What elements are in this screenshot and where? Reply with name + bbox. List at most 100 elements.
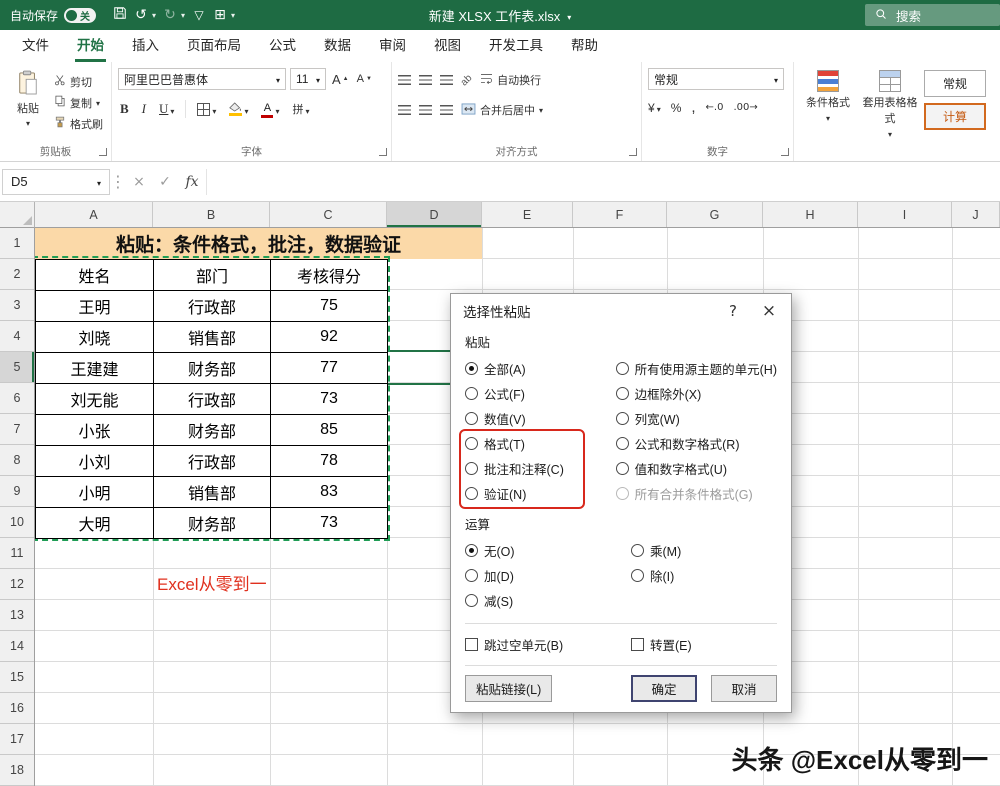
radio-column-widths[interactable]: 列宽(W) xyxy=(616,406,777,431)
font-color-button[interactable] xyxy=(259,99,281,119)
cell[interactable]: 75 xyxy=(271,291,388,322)
tab-file[interactable]: 文件 xyxy=(8,30,63,62)
decrease-decimal-button[interactable]: .00→ xyxy=(733,102,757,113)
radio-all-except-borders[interactable]: 边框除外(X) xyxy=(616,381,777,406)
radio-formats[interactable]: 格式(T) xyxy=(465,431,616,456)
radio-validation[interactable]: 验证(N) xyxy=(465,481,616,506)
ok-button[interactable]: 确定 xyxy=(631,675,697,702)
comma-style-button[interactable]: , xyxy=(691,99,695,116)
filter-icon[interactable] xyxy=(189,7,209,23)
radio-multiply[interactable]: 乘(M) xyxy=(631,538,681,563)
cell[interactable]: 行政部 xyxy=(154,446,271,477)
column-header[interactable]: J xyxy=(952,202,1000,227)
cell[interactable]: 77 xyxy=(271,353,388,384)
decrease-font-size-button[interactable] xyxy=(355,72,374,86)
accounting-format-button[interactable]: ¥ xyxy=(648,101,661,115)
cell[interactable]: 财务部 xyxy=(154,415,271,446)
format-as-table-button[interactable]: 套用表格格式 xyxy=(862,68,918,143)
cell[interactable]: 姓名 xyxy=(36,260,154,291)
font-size-select[interactable]: 11 xyxy=(290,68,326,90)
row-header-selected[interactable]: 5 xyxy=(0,352,34,383)
cancel-button[interactable]: 取消 xyxy=(711,675,777,702)
document-title[interactable]: 新建 XLSX 工作表.xlsx xyxy=(429,6,571,25)
align-middle-icon[interactable] xyxy=(419,75,432,85)
tab-developer[interactable]: 开发工具 xyxy=(475,30,557,62)
row-header[interactable]: 18 xyxy=(0,755,34,786)
tab-data[interactable]: 数据 xyxy=(310,30,365,62)
bold-button[interactable]: B xyxy=(118,100,131,118)
cell[interactable]: 92 xyxy=(271,322,388,353)
paste-link-button[interactable]: 粘贴链接(L) xyxy=(465,675,552,702)
italic-button[interactable]: I xyxy=(140,100,148,118)
checkbox-skip-blanks[interactable]: 跳过空单元(B) xyxy=(465,632,631,657)
dialog-launcher-icon[interactable] xyxy=(99,148,107,156)
cell[interactable]: 小刘 xyxy=(36,446,154,477)
row-header[interactable]: 12 xyxy=(0,569,34,600)
radio-values[interactable]: 数值(V) xyxy=(465,406,616,431)
cell[interactable]: 刘无能 xyxy=(36,384,154,415)
align-left-icon[interactable] xyxy=(398,105,411,115)
cell[interactable]: 销售部 xyxy=(154,477,271,508)
row-header[interactable]: 9 xyxy=(0,476,34,507)
column-header[interactable]: G xyxy=(667,202,763,227)
search-box[interactable]: 搜索 xyxy=(865,4,1000,26)
column-header[interactable]: F xyxy=(573,202,667,227)
radio-all[interactable]: 全部(A) xyxy=(465,356,616,381)
cell[interactable]: 73 xyxy=(271,384,388,415)
row-header[interactable]: 7 xyxy=(0,414,34,445)
row-header[interactable]: 6 xyxy=(0,383,34,414)
wrap-text-button[interactable]: 自动换行 xyxy=(480,72,541,88)
column-header[interactable]: E xyxy=(482,202,573,227)
paste-button[interactable]: 粘贴 xyxy=(6,68,50,143)
tab-review[interactable]: 审阅 xyxy=(365,30,420,62)
radio-divide[interactable]: 除(I) xyxy=(631,563,681,588)
cell[interactable]: 小明 xyxy=(36,477,154,508)
cell[interactable]: 73 xyxy=(271,508,388,539)
dialog-launcher-icon[interactable] xyxy=(781,148,789,156)
name-box[interactable]: D5 xyxy=(2,169,110,195)
row-header[interactable]: 10 xyxy=(0,507,34,538)
orientation-icon[interactable] xyxy=(459,72,475,88)
note-cell[interactable]: Excel从零到一 xyxy=(157,569,267,600)
save-icon[interactable] xyxy=(110,6,130,24)
number-format-select[interactable]: 常规 xyxy=(648,68,784,90)
format-painter-button[interactable]: 格式刷 xyxy=(54,115,103,132)
formula-input[interactable] xyxy=(206,169,1000,195)
align-center-icon[interactable] xyxy=(419,105,432,115)
cell[interactable]: 83 xyxy=(271,477,388,508)
column-header[interactable]: C xyxy=(270,202,387,227)
cell[interactable]: 大明 xyxy=(36,508,154,539)
cancel-icon[interactable]: × xyxy=(126,174,152,190)
dialog-launcher-icon[interactable] xyxy=(379,148,387,156)
radio-subtract[interactable]: 减(S) xyxy=(465,588,631,613)
row-header[interactable]: 13 xyxy=(0,600,34,631)
cell-style-calculation[interactable]: 计算 xyxy=(924,103,986,130)
cell[interactable]: 部门 xyxy=(154,260,271,291)
row-header[interactable]: 17 xyxy=(0,724,34,755)
conditional-formatting-button[interactable]: 条件格式 xyxy=(800,68,856,143)
row-header[interactable]: 11 xyxy=(0,538,34,569)
radio-formulas-number-formats[interactable]: 公式和数字格式(R) xyxy=(616,431,777,456)
column-header[interactable]: I xyxy=(858,202,952,227)
cell[interactable]: 王明 xyxy=(36,291,154,322)
cell[interactable]: 考核得分 xyxy=(271,260,388,291)
cell[interactable]: 78 xyxy=(271,446,388,477)
column-header-selected[interactable]: D xyxy=(387,202,482,227)
row-header[interactable]: 1 xyxy=(0,228,34,259)
row-header[interactable]: 2 xyxy=(0,259,34,290)
insert-function-icon[interactable]: fx xyxy=(178,174,206,190)
chevron-down-icon[interactable] xyxy=(152,11,156,20)
tab-home[interactable]: 开始 xyxy=(63,30,118,62)
cell[interactable]: 刘晓 xyxy=(36,322,154,353)
dialog-close-button[interactable]: × xyxy=(759,301,779,321)
cell[interactable]: 销售部 xyxy=(154,322,271,353)
dialog-help-button[interactable]: ? xyxy=(723,302,743,320)
autosave-toggle[interactable]: 自动保存 关 xyxy=(10,7,96,24)
borders-button[interactable] xyxy=(195,101,218,118)
font-name-select[interactable]: 阿里巴巴普惠体 xyxy=(118,68,286,90)
cell[interactable]: 王建建 xyxy=(36,353,154,384)
enter-icon[interactable]: ✓ xyxy=(152,174,178,190)
merge-center-button[interactable]: 合并后居中 xyxy=(461,102,543,118)
radio-add[interactable]: 加(D) xyxy=(465,563,631,588)
copy-button[interactable]: 复制 xyxy=(54,94,103,111)
